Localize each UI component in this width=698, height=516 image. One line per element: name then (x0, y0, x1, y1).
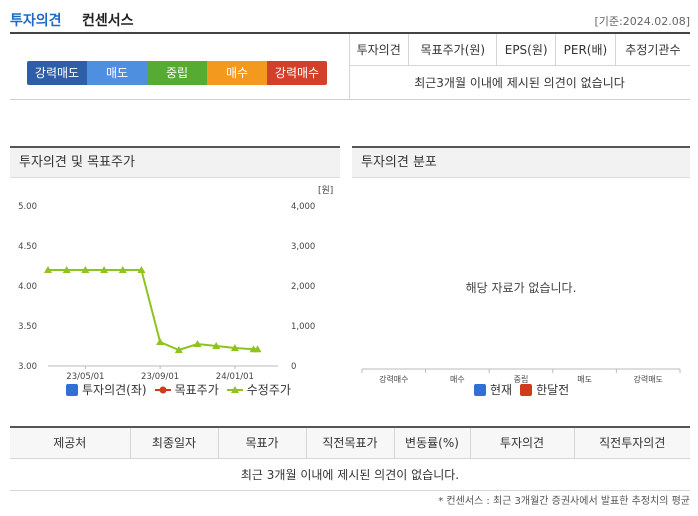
section-title-sub: 컨센서스 (82, 13, 134, 29)
right-axis-tick-label: 2,000 (291, 282, 315, 292)
distribution-chart-legend: 현재 한달전 (474, 381, 577, 398)
distribution-chart-panel: 투자의견 분포 해당 자료가 없습니다. 강력매수 매수 중립 매도 강력매도 현재 한… (352, 146, 690, 406)
gauge-strong-sell: 강력매도 (27, 61, 87, 85)
gauge-neutral: 중립 (147, 61, 207, 85)
footnote: * 컨센서스 : 최근 3개월간 증권사에서 발표한 추정치의 평균 (438, 496, 690, 507)
legend-label: 투자의견(좌) (82, 383, 147, 397)
dist-category-label: 매도 (577, 375, 592, 384)
broker-opinion-table: 제공처 최종일자 목표가 직전목표가 변동률(%) 투자의견 직전투자의견 최근… (10, 426, 690, 491)
opinion-chart-legend: 투자의견(좌) 목표주가 수정주가 (66, 381, 299, 398)
legend-item-opinion[interactable]: 투자의견(좌) (66, 381, 147, 398)
col-change-rate: 변동률(%) (393, 428, 470, 459)
col-opinion: 투자의견 (349, 34, 409, 66)
section-title-main: 투자의견 (10, 13, 62, 29)
x-axis-tick-label: 23/09/01 (141, 372, 179, 380)
section-header: 투자의견 컨센서스 [기준:2024.02.08] (10, 8, 690, 34)
opinion-gauge: 강력매도 매도 중립 매수 강력매수 (27, 61, 327, 85)
legend-label: 목표주가 (174, 383, 219, 397)
legend-label: 수정주가 (246, 383, 291, 397)
series-line-adjusted-price (48, 269, 258, 352)
opinion-chart-panel: 투자의견 및 목표주가 [원] 5.00 4.50 4.00 3.50 3.00 4,00… (10, 146, 340, 406)
dist-category-label: 강력매수 (379, 374, 408, 384)
legend-item-current[interactable]: 현재 (474, 381, 512, 398)
left-axis-tick-label: 5.00 (18, 202, 37, 212)
col-target-price: 목표주가(원) (408, 34, 497, 66)
col-last-date: 최종일자 (129, 428, 218, 459)
legend-item-month-ago[interactable]: 한달전 (520, 381, 569, 398)
col-prev-target: 직전목표가 (305, 428, 394, 459)
gauge-sell: 매도 (87, 61, 147, 85)
col-eps: EPS(원) (496, 34, 556, 66)
legend-line-triangle-icon (226, 385, 243, 393)
col-prev-opinion: 직전투자의견 (573, 428, 690, 459)
dist-category-label: 매수 (450, 375, 465, 384)
legend-square-icon (520, 383, 533, 396)
col-institution-count: 추정기관수 (614, 34, 690, 66)
col-provider: 제공처 (10, 428, 130, 459)
right-axis-unit: [원] (318, 185, 333, 196)
opinion-chart-title: 투자의견 및 목표주가 (10, 148, 340, 178)
x-axis-tick-label: 24/01/01 (216, 372, 254, 380)
x-axis-tick-label: 23/05/01 (66, 372, 104, 380)
left-axis-tick-label: 4.00 (18, 282, 37, 292)
right-axis-tick-label: 0 (291, 362, 296, 372)
distribution-chart-title: 투자의견 분포 (352, 148, 690, 178)
col-target: 목표가 (217, 428, 306, 459)
left-axis-tick-label: 3.50 (18, 322, 37, 332)
right-axis-tick-label: 3,000 (291, 242, 315, 252)
right-axis-tick-label: 1,000 (291, 322, 315, 332)
legend-line-dot-icon (154, 386, 171, 393)
legend-label: 한달전 (536, 383, 570, 397)
dist-category-label: 강력매도 (633, 374, 662, 384)
bottom-empty-message: 최근 3개월 이내에 제시된 의견이 없습니다. (10, 458, 690, 491)
right-axis-tick-label: 4,000 (291, 202, 315, 212)
consensus-empty-message: 최근3개월 이내에 제시된 의견이 없습니다 (414, 75, 625, 90)
base-date: [기준:2024.02.08] (594, 15, 690, 28)
gauge-buy: 매수 (207, 61, 267, 85)
consensus-table: 투자의견 목표주가(원) EPS(원) PER(배) 추정기관수 최근3개월 이… (349, 34, 690, 99)
col-opinion: 투자의견 (469, 428, 574, 459)
data-point-adjusted-price (156, 338, 165, 345)
legend-item-adjusted-price[interactable]: 수정주가 (226, 381, 291, 398)
distribution-empty-message: 해당 자료가 없습니다. (465, 281, 577, 295)
left-axis-tick-label: 4.50 (18, 242, 37, 252)
gauge-strong-buy: 강력매수 (267, 61, 327, 85)
left-axis-tick-label: 3.00 (18, 362, 37, 372)
legend-label: 현재 (490, 383, 513, 397)
col-per: PER(배) (555, 34, 616, 66)
legend-item-target-price[interactable]: 목표주가 (154, 381, 219, 398)
legend-square-icon (66, 383, 78, 396)
opinion-line-chart: [원] 5.00 4.50 4.00 3.50 3.00 4,000 3,000 2,000 1… (18, 185, 333, 380)
consensus-block: 강력매도 매도 중립 매수 강력매수 투자의견 목표주가(원) EPS(원) P… (10, 34, 690, 100)
legend-square-icon (474, 383, 486, 396)
